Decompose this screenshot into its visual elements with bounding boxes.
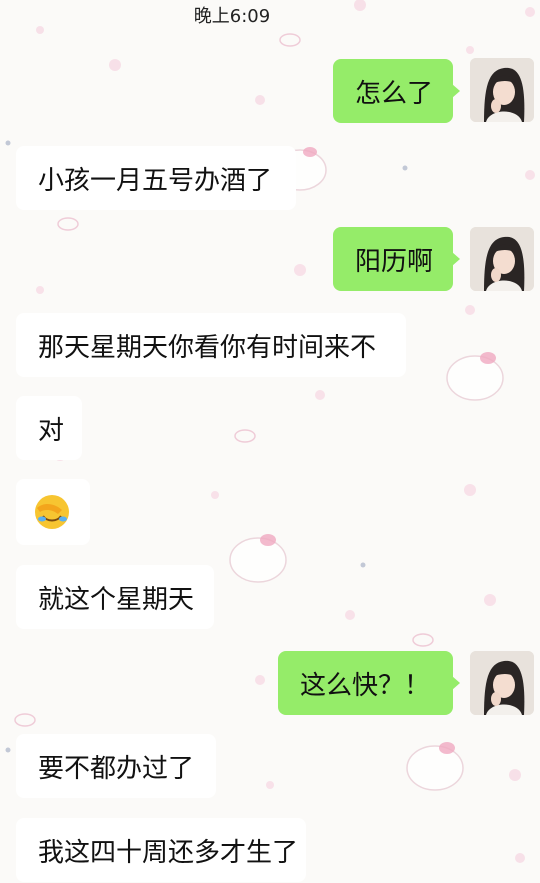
message-text: 那天星期天你看你有时间来不 xyxy=(38,332,377,363)
message-bubble-received[interactable]: 对 xyxy=(16,396,82,460)
message-text: 就这个星期天 xyxy=(38,584,195,615)
message-bubble-sent[interactable]: 怎么了 xyxy=(333,59,460,123)
message-bubble-sent[interactable]: 这么快？！ xyxy=(278,651,460,715)
avatar[interactable] xyxy=(470,227,534,291)
avatar[interactable] xyxy=(470,58,534,122)
avatar-image xyxy=(470,227,534,291)
message-bubble-received[interactable] xyxy=(16,479,90,545)
avatar-image xyxy=(470,58,534,122)
message-text: 这么快？！ xyxy=(300,670,431,701)
message-bubble-sent[interactable]: 阳历啊 xyxy=(333,227,460,291)
message-text: 我这四十周还多才生了 xyxy=(38,837,299,868)
message-text: 怎么了 xyxy=(355,78,434,109)
message-bubble-received[interactable]: 就这个星期天 xyxy=(16,565,214,629)
avatar-image xyxy=(470,651,534,715)
message-text: 小孩一月五号办酒了 xyxy=(38,165,273,196)
message-text: 阳历啊 xyxy=(355,246,434,277)
avatar[interactable] xyxy=(470,651,534,715)
message-bubble-received[interactable]: 我这四十周还多才生了 xyxy=(16,818,306,882)
message-bubble-received[interactable]: 那天星期天你看你有时间来不 xyxy=(16,313,406,377)
message-text: 对 xyxy=(38,415,65,446)
message-bubble-received[interactable]: 小孩一月五号办酒了 xyxy=(16,146,296,210)
message-bubble-received[interactable]: 要不都办过了 xyxy=(16,734,216,798)
status-time: 晚上6:09 xyxy=(193,6,271,27)
message-text: 要不都办过了 xyxy=(38,753,195,784)
face-palm-emoji xyxy=(32,492,72,532)
